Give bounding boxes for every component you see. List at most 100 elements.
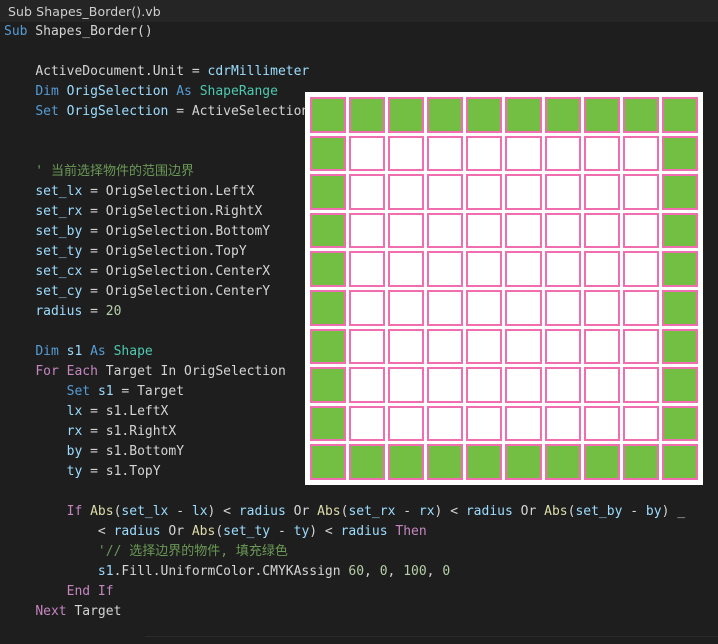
grid-cell-filled[interactable]: [310, 251, 347, 287]
grid-cell-filled[interactable]: [622, 97, 659, 133]
grid-cell-empty[interactable]: [466, 174, 503, 210]
grid-cell-empty[interactable]: [622, 328, 659, 365]
grid-cell-filled[interactable]: [661, 444, 698, 480]
grid-cell-filled[interactable]: [661, 251, 698, 287]
grid-cell-filled[interactable]: [310, 367, 347, 403]
grid-cell-filled[interactable]: [310, 328, 347, 365]
grid-cell-filled[interactable]: [349, 97, 386, 133]
grid-cell-empty[interactable]: [622, 289, 659, 326]
grid-cell-filled[interactable]: [583, 97, 620, 133]
grid-cell-empty[interactable]: [466, 251, 503, 287]
grid-cell-empty[interactable]: [622, 174, 659, 210]
grid-cell-filled[interactable]: [310, 97, 347, 133]
grid-cell-empty[interactable]: [583, 212, 620, 249]
grid-cell-empty[interactable]: [544, 251, 581, 287]
grid-cell-filled[interactable]: [466, 444, 503, 480]
grid-cell-empty[interactable]: [388, 367, 425, 403]
grid-cell-filled[interactable]: [583, 444, 620, 480]
grid-cell-filled[interactable]: [661, 405, 698, 442]
grid-cell-empty[interactable]: [427, 251, 464, 287]
grid-cell-empty[interactable]: [466, 212, 503, 249]
grid-cell-filled[interactable]: [310, 135, 347, 172]
grid-cell-empty[interactable]: [349, 328, 386, 365]
grid-cell-empty[interactable]: [427, 328, 464, 365]
grid-cell-filled[interactable]: [661, 174, 698, 210]
grid-cell-empty[interactable]: [427, 212, 464, 249]
grid-cell-filled[interactable]: [349, 444, 386, 480]
grid-cell-filled[interactable]: [661, 212, 698, 249]
grid-cell-empty[interactable]: [583, 174, 620, 210]
grid-cell-empty[interactable]: [505, 367, 542, 403]
code-line[interactable]: Next Target: [0, 602, 718, 622]
grid-cell-filled[interactable]: [388, 97, 425, 133]
grid-cell-filled[interactable]: [661, 289, 698, 326]
grid-cell-empty[interactable]: [583, 135, 620, 172]
grid-cell-empty[interactable]: [388, 212, 425, 249]
grid-cell-empty[interactable]: [466, 367, 503, 403]
grid-cell-filled[interactable]: [466, 97, 503, 133]
grid-cell-empty[interactable]: [427, 135, 464, 172]
grid-cell-empty[interactable]: [544, 405, 581, 442]
grid-cell-filled[interactable]: [505, 97, 542, 133]
grid-cell-filled[interactable]: [310, 289, 347, 326]
grid-cell-empty[interactable]: [583, 289, 620, 326]
grid-cell-filled[interactable]: [661, 328, 698, 365]
grid-cell-filled[interactable]: [427, 444, 464, 480]
grid-cell-filled[interactable]: [310, 212, 347, 249]
grid-cell-empty[interactable]: [427, 405, 464, 442]
grid-cell-empty[interactable]: [349, 289, 386, 326]
grid-cell-empty[interactable]: [583, 251, 620, 287]
grid-cell-empty[interactable]: [427, 367, 464, 403]
code-line[interactable]: '// 选择边界的物件, 填充绿色: [0, 542, 718, 562]
grid-cell-empty[interactable]: [505, 405, 542, 442]
code-line[interactable]: ActiveDocument.Unit = cdrMillimeter: [0, 62, 718, 82]
grid-cell-filled[interactable]: [427, 97, 464, 133]
grid-cell-empty[interactable]: [622, 251, 659, 287]
grid-cell-empty[interactable]: [622, 212, 659, 249]
grid-cell-empty[interactable]: [622, 135, 659, 172]
grid-cell-filled[interactable]: [388, 444, 425, 480]
grid-cell-filled[interactable]: [661, 367, 698, 403]
grid-cell-filled[interactable]: [661, 97, 698, 133]
grid-cell-filled[interactable]: [310, 405, 347, 442]
grid-cell-empty[interactable]: [544, 212, 581, 249]
grid-cell-empty[interactable]: [466, 289, 503, 326]
grid-cell-empty[interactable]: [388, 251, 425, 287]
grid-cell-empty[interactable]: [622, 367, 659, 403]
grid-cell-filled[interactable]: [622, 444, 659, 480]
grid-cell-filled[interactable]: [544, 444, 581, 480]
grid-cell-filled[interactable]: [310, 174, 347, 210]
code-line[interactable]: If Abs(set_lx - lx) < radius Or Abs(set_…: [0, 502, 718, 522]
grid-cell-empty[interactable]: [505, 328, 542, 365]
grid-cell-empty[interactable]: [505, 212, 542, 249]
grid-cell-empty[interactable]: [349, 405, 386, 442]
grid-cell-empty[interactable]: [505, 174, 542, 210]
grid-cell-filled[interactable]: [505, 444, 542, 480]
grid-cell-empty[interactable]: [427, 174, 464, 210]
grid-cell-empty[interactable]: [466, 405, 503, 442]
grid-cell-empty[interactable]: [349, 251, 386, 287]
code-line[interactable]: s1.Fill.UniformColor.CMYKAssign 60, 0, 1…: [0, 562, 718, 582]
grid-cell-empty[interactable]: [466, 328, 503, 365]
code-line[interactable]: [0, 42, 718, 62]
code-line[interactable]: [0, 482, 718, 502]
code-line[interactable]: Sub Shapes_Border(): [0, 22, 718, 42]
grid-cell-empty[interactable]: [622, 405, 659, 442]
grid-cell-empty[interactable]: [388, 289, 425, 326]
grid-cell-empty[interactable]: [388, 174, 425, 210]
grid-cell-empty[interactable]: [388, 405, 425, 442]
grid-cell-empty[interactable]: [349, 367, 386, 403]
grid-cell-empty[interactable]: [388, 135, 425, 172]
grid-cell-empty[interactable]: [583, 405, 620, 442]
grid-cell-empty[interactable]: [583, 328, 620, 365]
grid-cell-empty[interactable]: [544, 289, 581, 326]
grid-cell-filled[interactable]: [310, 444, 347, 480]
file-tab-label[interactable]: Sub Shapes_Border().vb: [0, 4, 161, 19]
grid-cell-empty[interactable]: [349, 212, 386, 249]
grid-cell-empty[interactable]: [349, 174, 386, 210]
grid-cell-empty[interactable]: [544, 174, 581, 210]
grid-cell-filled[interactable]: [661, 135, 698, 172]
grid-cell-filled[interactable]: [544, 97, 581, 133]
grid-cell-empty[interactable]: [388, 328, 425, 365]
code-line[interactable]: < radius Or Abs(set_ty - ty) < radius Th…: [0, 522, 718, 542]
